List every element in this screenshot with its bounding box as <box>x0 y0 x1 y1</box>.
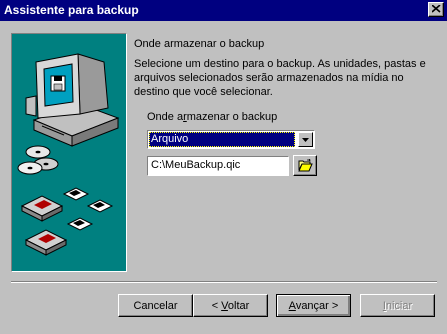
backup-illustration-panel <box>11 33 127 272</box>
next-label-accel: A <box>288 299 296 312</box>
destination-label: Onde armazenar o backup <box>147 111 277 123</box>
back-label-post: oltar <box>227 299 250 312</box>
close-icon <box>432 5 441 13</box>
title-bar[interactable]: Assistente para backup <box>0 0 447 21</box>
back-button[interactable]: < Voltar <box>193 294 268 317</box>
next-label-post: vançar > <box>295 299 339 312</box>
start-button[interactable]: Iniciar <box>360 294 435 317</box>
destination-type-value: Arquivo <box>149 132 295 147</box>
cancel-button[interactable]: Cancelar <box>118 294 193 317</box>
section-description: Selecione um destino para o backup. As u… <box>134 58 426 98</box>
back-label-pre: < <box>211 299 222 312</box>
destination-label-pre: Onde a <box>147 111 184 123</box>
destination-type-dropdown[interactable]: Arquivo <box>147 130 315 149</box>
backup-wizard-window: Assistente para backup Onde armazenar o … <box>0 0 447 334</box>
start-label-post: niciar <box>385 299 413 312</box>
open-folder-icon <box>298 159 313 172</box>
separator-line <box>11 281 437 283</box>
destination-label-post: mazenar o backup <box>186 111 278 123</box>
dropdown-arrow-button[interactable] <box>298 132 313 147</box>
chevron-down-icon <box>302 138 309 142</box>
browse-button[interactable] <box>293 155 317 176</box>
close-button[interactable] <box>428 2 444 17</box>
next-button[interactable]: Avançar > <box>276 294 351 317</box>
backup-path-input[interactable]: C:\MeuBackup.qic <box>147 156 289 176</box>
window-title: Assistente para backup <box>4 3 139 17</box>
back-label-accel: V <box>221 299 228 312</box>
section-heading: Onde armazenar o backup <box>134 38 265 50</box>
backup-computer-illustration <box>17 53 120 256</box>
